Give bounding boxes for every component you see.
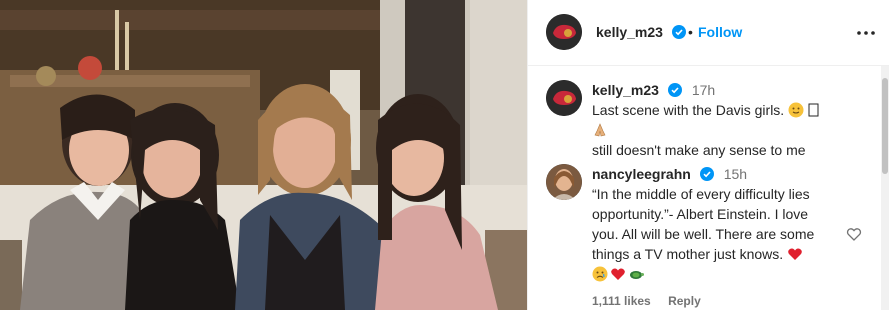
- verified-badge-icon: [672, 25, 687, 39]
- comment-meta: 1,111 likes Reply: [592, 294, 715, 308]
- comment-line: things a TV mother just knows.: [592, 246, 784, 262]
- scrollbar-thumb[interactable]: [882, 78, 888, 174]
- comment-time[interactable]: 15h: [724, 166, 747, 182]
- reply-button[interactable]: Reply: [668, 294, 701, 308]
- comment-likes-count[interactable]: 1,111 likes: [592, 294, 651, 308]
- sad-face-emoji-icon: [592, 266, 608, 282]
- commenter-avatar[interactable]: [546, 164, 582, 200]
- caption-text-line2: still doesn't make any sense to me: [592, 142, 806, 158]
- commenter-name[interactable]: nancyleegrahn: [592, 166, 691, 182]
- follow-button[interactable]: Follow: [698, 24, 742, 40]
- more-options-icon[interactable]: [856, 23, 876, 43]
- verified-badge-icon: [667, 83, 682, 97]
- comments-scrollbar[interactable]: [881, 66, 889, 310]
- comment-line: “In the middle of every difficulty lies: [592, 186, 810, 202]
- caption-author-name[interactable]: kelly_m23: [592, 82, 659, 98]
- separator-dot: •: [688, 24, 693, 40]
- red-heart-emoji-icon: [611, 268, 625, 280]
- folded-hands-emoji-icon: [594, 123, 606, 137]
- missing-glyph-icon: [808, 103, 819, 117]
- post-author-name[interactable]: kelly_m23: [596, 24, 663, 40]
- post-header: kelly_m23 • Follow: [528, 0, 889, 66]
- slight-smile-emoji-icon: [788, 102, 804, 118]
- post-side-panel: kelly_m23 • Follow kelly_m23 17h Last sc…: [527, 0, 889, 310]
- caption-text-line1: Last scene with the Davis girls.: [592, 102, 785, 118]
- caption-time[interactable]: 17h: [692, 82, 715, 98]
- author-avatar[interactable]: [546, 14, 582, 50]
- red-heart-emoji-icon: [788, 248, 802, 260]
- comment-line: opportunity.”- Albert Einstein. I love: [592, 206, 809, 222]
- turtle-emoji-icon: [630, 271, 644, 279]
- caption-author-avatar[interactable]: [546, 80, 582, 116]
- comment-line: you. All will be well. There are some: [592, 226, 815, 242]
- family-photo: [0, 0, 527, 310]
- post-photo: [0, 0, 527, 310]
- like-comment-heart-icon[interactable]: [846, 226, 862, 242]
- verified-badge-icon: [699, 167, 714, 181]
